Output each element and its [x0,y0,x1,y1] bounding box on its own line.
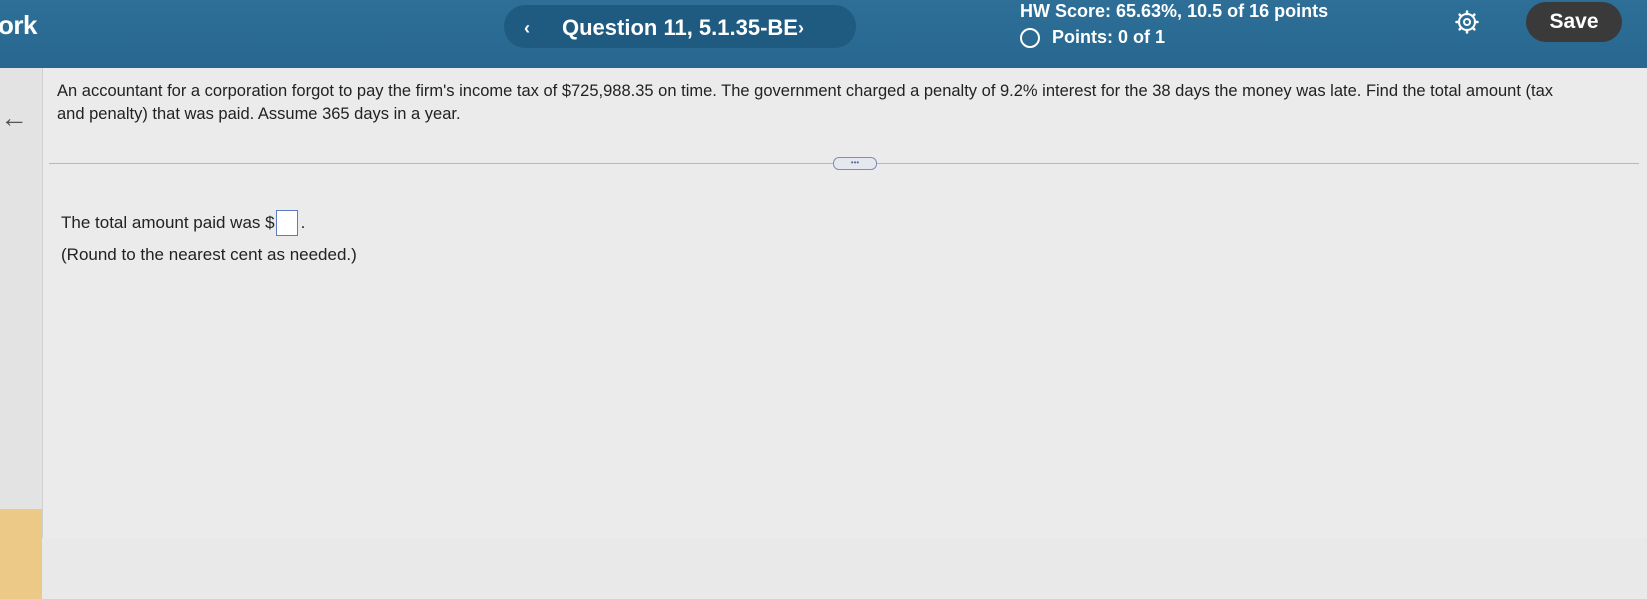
chevron-right-icon: › [798,17,804,38]
answer-suffix: . [300,213,306,232]
answer-input[interactable] [275,210,298,236]
side-tab[interactable] [0,509,42,599]
top-bar: ork ‹ Question 11, 5.1.35-BE › HW Score:… [0,0,1647,68]
question-navigator: ‹ Question 11, 5.1.35-BE › [504,5,856,48]
app-title: ork [0,10,37,40]
expand-handle[interactable]: ••• [833,157,877,170]
question-text: An accountant for a corporation forgot t… [57,82,1554,123]
settings-button[interactable] [1452,7,1482,37]
status-circle-icon [1020,27,1040,48]
answer-line: The total amount paid was $ . [61,210,305,236]
question-panel: An accountant for a corporation forgot t… [43,68,1647,538]
question-label: Question 11, 5.1.35-BE [562,15,798,40]
left-gutter: ← [0,68,43,599]
back-arrow-icon[interactable]: ← [0,102,28,134]
save-button[interactable]: Save [1526,2,1622,42]
previous-question-button[interactable]: ‹ [512,13,542,43]
gear-icon [1455,10,1479,34]
points-status: Points: 0 of 1 [1020,27,1165,48]
answer-prefix: The total amount paid was $ [61,213,275,232]
round-note: (Round to the nearest cent as needed.) [61,245,357,264]
chevron-left-icon: ‹ [524,17,530,38]
hw-score: HW Score: 65.63%, 10.5 of 16 points [1020,1,1329,21]
next-question-button[interactable]: › [786,13,816,43]
points-text: Points: 0 of 1 [1052,27,1166,47]
